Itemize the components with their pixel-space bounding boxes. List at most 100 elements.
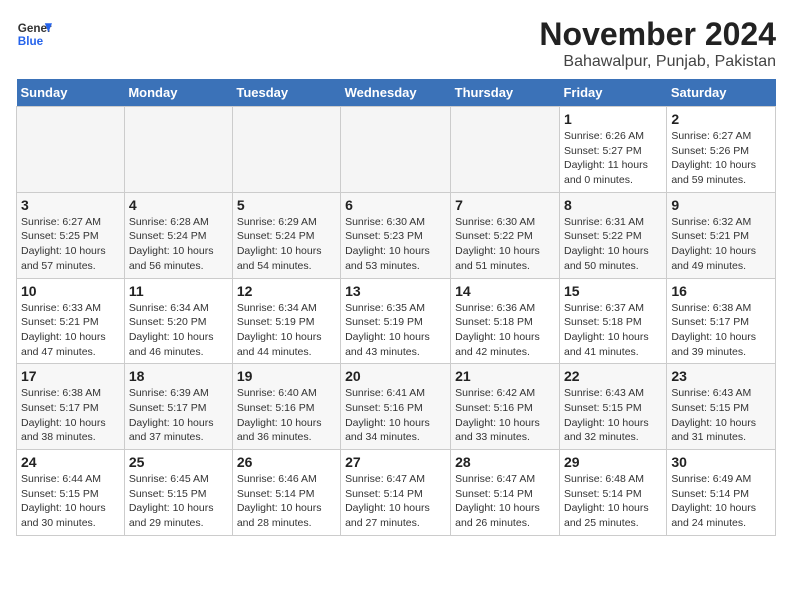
day-info: Sunrise: 6:43 AM Sunset: 5:15 PM Dayligh…	[671, 386, 771, 445]
calendar-cell: 23 Sunrise: 6:43 AM Sunset: 5:15 PM Dayli…	[667, 364, 776, 450]
day-info: Sunrise: 6:30 AM Sunset: 5:23 PM Dayligh…	[345, 215, 446, 274]
calendar-cell: 17Sunrise: 6:38 AM Sunset: 5:17 PM Dayli…	[17, 364, 125, 450]
calendar-cell: 29 Sunrise: 6:48 AM Sunset: 5:14 PM Dayli…	[559, 450, 666, 536]
calendar-cell: 9 Sunrise: 6:32 AM Sunset: 5:21 PM Daylig…	[667, 192, 776, 278]
calendar-week-row: 17Sunrise: 6:38 AM Sunset: 5:17 PM Dayli…	[17, 364, 776, 450]
calendar-cell: 1 Sunrise: 6:26 AM Sunset: 5:27 PM Daylig…	[559, 107, 666, 193]
day-info: Sunrise: 6:33 AM Sunset: 5:21 PM Dayligh…	[21, 301, 120, 360]
calendar-table: SundayMondayTuesdayWednesdayThursdayFrid…	[16, 79, 776, 536]
calendar-cell: 13 Sunrise: 6:35 AM Sunset: 5:19 PM Dayli…	[341, 278, 451, 364]
day-number: 29	[564, 454, 662, 470]
day-info: Sunrise: 6:38 AM Sunset: 5:17 PM Dayligh…	[671, 301, 771, 360]
day-info: Sunrise: 6:46 AM Sunset: 5:14 PM Dayligh…	[237, 472, 336, 531]
logo-icon: General Blue	[16, 16, 52, 52]
weekday-header: Friday	[559, 79, 666, 107]
day-info: Sunrise: 6:36 AM Sunset: 5:18 PM Dayligh…	[455, 301, 555, 360]
calendar-cell: 27 Sunrise: 6:47 AM Sunset: 5:14 PM Dayli…	[341, 450, 451, 536]
day-info: Sunrise: 6:29 AM Sunset: 5:24 PM Dayligh…	[237, 215, 336, 274]
weekday-header: Tuesday	[232, 79, 340, 107]
calendar-week-row: 24 Sunrise: 6:44 AM Sunset: 5:15 PM Dayli…	[17, 450, 776, 536]
location-title: Bahawalpur, Punjab, Pakistan	[539, 53, 776, 71]
day-number: 13	[345, 283, 446, 299]
calendar-cell: 11Sunrise: 6:34 AM Sunset: 5:20 PM Dayli…	[124, 278, 232, 364]
header: General Blue November 2024 Bahawalpur, P…	[16, 16, 776, 71]
day-number: 6	[345, 197, 446, 213]
day-info: Sunrise: 6:47 AM Sunset: 5:14 PM Dayligh…	[455, 472, 555, 531]
day-info: Sunrise: 6:30 AM Sunset: 5:22 PM Dayligh…	[455, 215, 555, 274]
day-info: Sunrise: 6:39 AM Sunset: 5:17 PM Dayligh…	[129, 386, 228, 445]
calendar-cell: 24 Sunrise: 6:44 AM Sunset: 5:15 PM Dayli…	[17, 450, 125, 536]
calendar-cell: 25 Sunrise: 6:45 AM Sunset: 5:15 PM Dayli…	[124, 450, 232, 536]
day-info: Sunrise: 6:48 AM Sunset: 5:14 PM Dayligh…	[564, 472, 662, 531]
weekday-header: Thursday	[451, 79, 560, 107]
day-info: Sunrise: 6:35 AM Sunset: 5:19 PM Dayligh…	[345, 301, 446, 360]
calendar-cell: 7Sunrise: 6:30 AM Sunset: 5:22 PM Daylig…	[451, 192, 560, 278]
day-number: 28	[455, 454, 555, 470]
calendar-cell: 16 Sunrise: 6:38 AM Sunset: 5:17 PM Dayli…	[667, 278, 776, 364]
day-number: 18	[129, 368, 228, 384]
calendar-cell: 20 Sunrise: 6:41 AM Sunset: 5:16 PM Dayli…	[341, 364, 451, 450]
weekday-header: Sunday	[17, 79, 125, 107]
day-number: 30	[671, 454, 771, 470]
calendar-cell	[451, 107, 560, 193]
calendar-week-row: 3 Sunrise: 6:27 AM Sunset: 5:25 PM Daylig…	[17, 192, 776, 278]
calendar-cell: 15 Sunrise: 6:37 AM Sunset: 5:18 PM Dayli…	[559, 278, 666, 364]
calendar-cell: 3 Sunrise: 6:27 AM Sunset: 5:25 PM Daylig…	[17, 192, 125, 278]
day-info: Sunrise: 6:43 AM Sunset: 5:15 PM Dayligh…	[564, 386, 662, 445]
day-info: Sunrise: 6:37 AM Sunset: 5:18 PM Dayligh…	[564, 301, 662, 360]
calendar-cell: 21Sunrise: 6:42 AM Sunset: 5:16 PM Dayli…	[451, 364, 560, 450]
calendar-cell: 2Sunrise: 6:27 AM Sunset: 5:26 PM Daylig…	[667, 107, 776, 193]
day-info: Sunrise: 6:27 AM Sunset: 5:25 PM Dayligh…	[21, 215, 120, 274]
day-info: Sunrise: 6:28 AM Sunset: 5:24 PM Dayligh…	[129, 215, 228, 274]
month-title: November 2024	[539, 16, 776, 53]
day-number: 23	[671, 368, 771, 384]
day-number: 8	[564, 197, 662, 213]
day-number: 21	[455, 368, 555, 384]
day-info: Sunrise: 6:34 AM Sunset: 5:20 PM Dayligh…	[129, 301, 228, 360]
day-info: Sunrise: 6:41 AM Sunset: 5:16 PM Dayligh…	[345, 386, 446, 445]
calendar-cell: 30 Sunrise: 6:49 AM Sunset: 5:14 PM Dayli…	[667, 450, 776, 536]
calendar-cell: 22Sunrise: 6:43 AM Sunset: 5:15 PM Dayli…	[559, 364, 666, 450]
day-info: Sunrise: 6:47 AM Sunset: 5:14 PM Dayligh…	[345, 472, 446, 531]
calendar-cell: 19 Sunrise: 6:40 AM Sunset: 5:16 PM Dayli…	[232, 364, 340, 450]
day-info: Sunrise: 6:34 AM Sunset: 5:19 PM Dayligh…	[237, 301, 336, 360]
day-number: 12	[237, 283, 336, 299]
day-number: 10	[21, 283, 120, 299]
day-number: 24	[21, 454, 120, 470]
weekday-header: Wednesday	[341, 79, 451, 107]
day-info: Sunrise: 6:49 AM Sunset: 5:14 PM Dayligh…	[671, 472, 771, 531]
day-number: 5	[237, 197, 336, 213]
day-number: 20	[345, 368, 446, 384]
calendar-cell: 28 Sunrise: 6:47 AM Sunset: 5:14 PM Dayli…	[451, 450, 560, 536]
day-number: 1	[564, 111, 662, 127]
day-number: 3	[21, 197, 120, 213]
day-info: Sunrise: 6:45 AM Sunset: 5:15 PM Dayligh…	[129, 472, 228, 531]
day-number: 15	[564, 283, 662, 299]
calendar-cell	[232, 107, 340, 193]
day-info: Sunrise: 6:27 AM Sunset: 5:26 PM Dayligh…	[671, 129, 771, 188]
calendar-cell: 8 Sunrise: 6:31 AM Sunset: 5:22 PM Daylig…	[559, 192, 666, 278]
calendar-cell: 6 Sunrise: 6:30 AM Sunset: 5:23 PM Daylig…	[341, 192, 451, 278]
calendar-cell: 4 Sunrise: 6:28 AM Sunset: 5:24 PM Daylig…	[124, 192, 232, 278]
day-info: Sunrise: 6:40 AM Sunset: 5:16 PM Dayligh…	[237, 386, 336, 445]
day-number: 25	[129, 454, 228, 470]
day-number: 27	[345, 454, 446, 470]
day-number: 16	[671, 283, 771, 299]
day-info: Sunrise: 6:44 AM Sunset: 5:15 PM Dayligh…	[21, 472, 120, 531]
calendar-cell: 10 Sunrise: 6:33 AM Sunset: 5:21 PM Dayli…	[17, 278, 125, 364]
day-info: Sunrise: 6:31 AM Sunset: 5:22 PM Dayligh…	[564, 215, 662, 274]
weekday-header: Saturday	[667, 79, 776, 107]
calendar-cell: 14Sunrise: 6:36 AM Sunset: 5:18 PM Dayli…	[451, 278, 560, 364]
day-number: 4	[129, 197, 228, 213]
calendar-cell	[124, 107, 232, 193]
calendar-cell: 26Sunrise: 6:46 AM Sunset: 5:14 PM Dayli…	[232, 450, 340, 536]
day-info: Sunrise: 6:32 AM Sunset: 5:21 PM Dayligh…	[671, 215, 771, 274]
day-info: Sunrise: 6:26 AM Sunset: 5:27 PM Dayligh…	[564, 129, 662, 188]
day-number: 17	[21, 368, 120, 384]
calendar-cell: 12 Sunrise: 6:34 AM Sunset: 5:19 PM Dayli…	[232, 278, 340, 364]
calendar-cell: 18 Sunrise: 6:39 AM Sunset: 5:17 PM Dayli…	[124, 364, 232, 450]
day-number: 9	[671, 197, 771, 213]
day-number: 19	[237, 368, 336, 384]
calendar-week-row: 10 Sunrise: 6:33 AM Sunset: 5:21 PM Dayli…	[17, 278, 776, 364]
calendar-cell	[341, 107, 451, 193]
